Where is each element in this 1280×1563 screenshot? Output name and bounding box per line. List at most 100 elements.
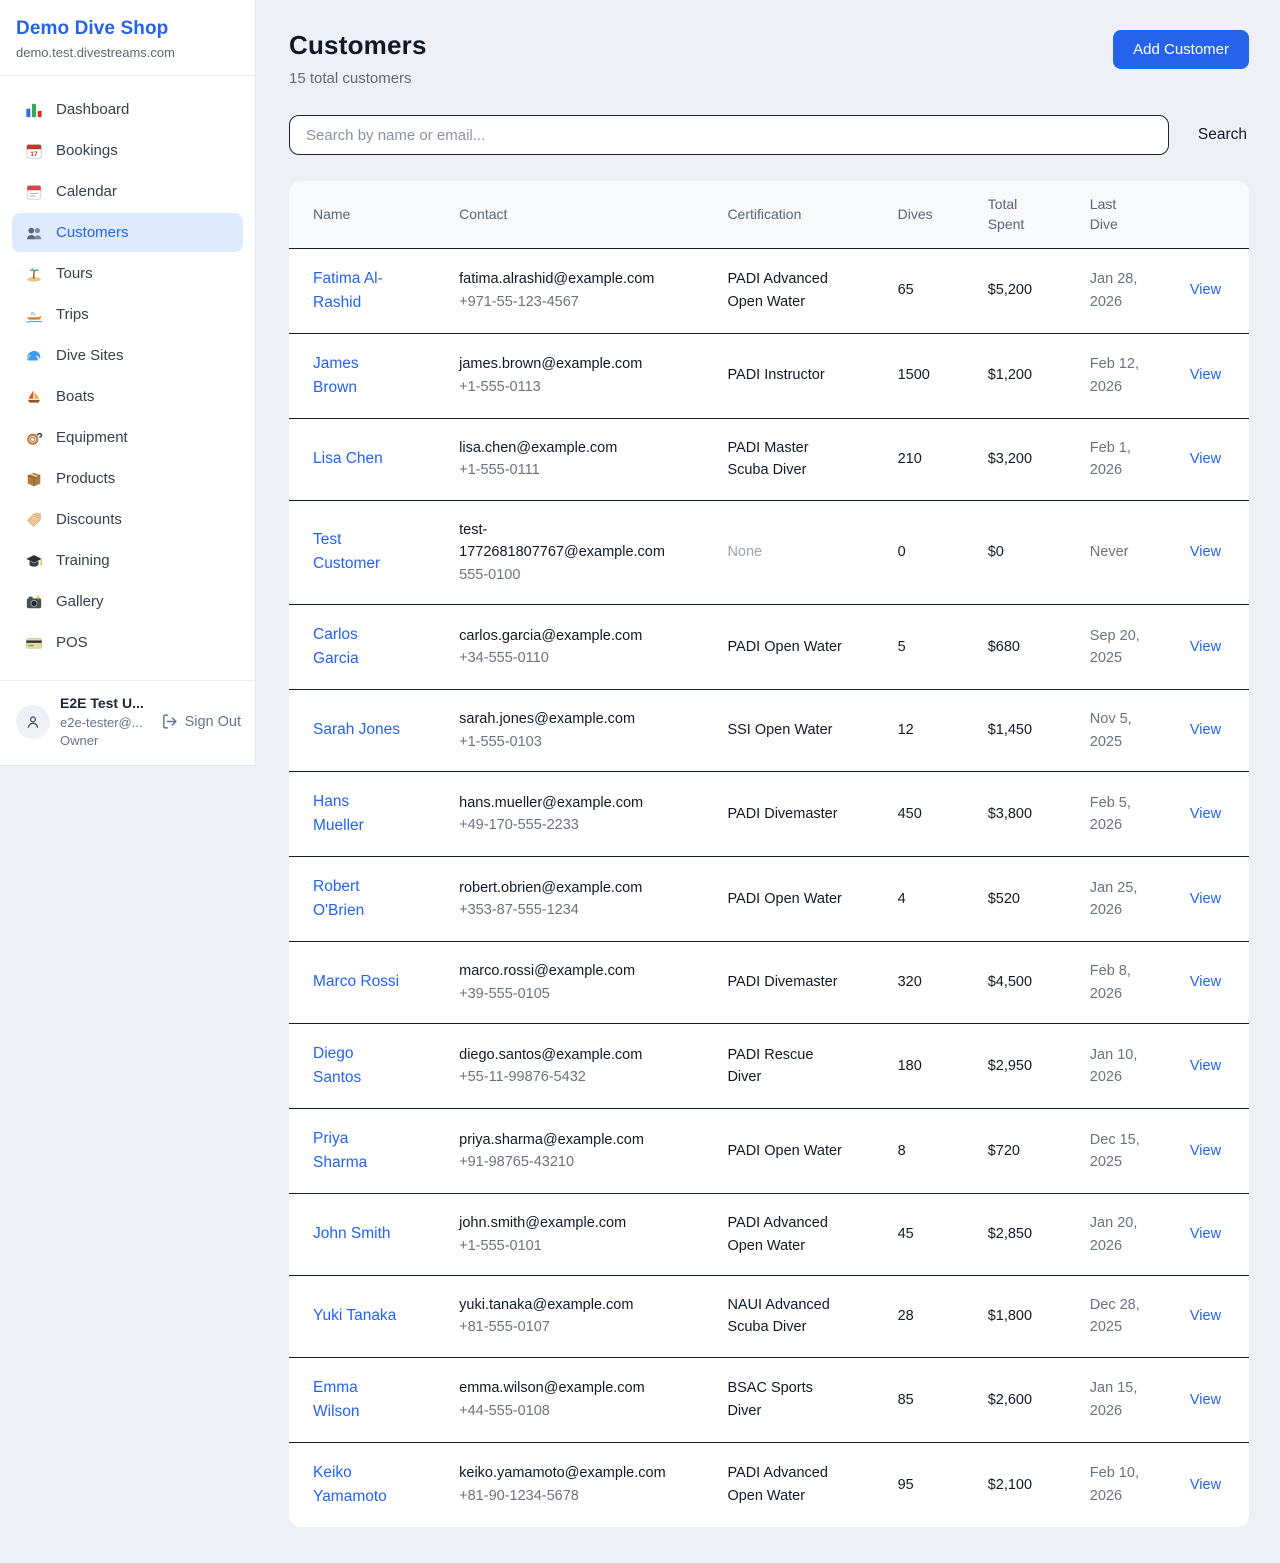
sign-out-button[interactable]: Sign Out xyxy=(161,713,241,730)
customer-last-dive: Jan 28, 2026 xyxy=(1078,248,1178,333)
table-row: Robert O'Brienrobert.obrien@example.com+… xyxy=(289,857,1249,942)
view-customer-link[interactable]: View xyxy=(1190,282,1221,298)
customer-last-dive: Feb 1, 2026 xyxy=(1078,418,1178,500)
table-row: Diego Santosdiego.santos@example.com+55-… xyxy=(289,1023,1249,1108)
customer-certification: PADI Open Water xyxy=(715,857,885,942)
sidebar-item-label: Customers xyxy=(56,224,129,241)
table-body: Fatima Al-Rashidfatima.alrashid@example.… xyxy=(289,248,1249,1527)
customer-name-link[interactable]: Fatima Al-Rashid xyxy=(313,270,383,311)
customer-phone: +1-555-0101 xyxy=(459,1235,675,1257)
customer-total-spent: $2,600 xyxy=(976,1357,1078,1442)
table-row: Carlos Garciacarlos.garcia@example.com+3… xyxy=(289,605,1249,690)
search-input[interactable] xyxy=(289,115,1169,155)
sidebar-item-gallery[interactable]: Gallery xyxy=(12,582,243,621)
sidebar-item-label: POS xyxy=(56,634,88,651)
sidebar-item-training[interactable]: Training xyxy=(12,541,243,580)
customer-last-dive: Feb 8, 2026 xyxy=(1078,942,1178,1024)
column-header-name: Name xyxy=(289,181,429,248)
view-customer-link[interactable]: View xyxy=(1190,544,1221,560)
customer-name-link[interactable]: Yuki Tanaka xyxy=(313,1307,396,1324)
graduation-cap-icon xyxy=(24,551,43,570)
customer-dives: 0 xyxy=(886,500,976,604)
view-customer-link[interactable]: View xyxy=(1190,974,1221,990)
customer-last-dive: Jan 10, 2026 xyxy=(1078,1023,1178,1108)
view-customer-link[interactable]: View xyxy=(1190,367,1221,383)
customer-email: lisa.chen@example.com xyxy=(459,437,675,459)
customer-certification: PADI Open Water xyxy=(715,1109,885,1194)
tag-icon xyxy=(24,510,43,529)
customers-table: NameContactCertificationDivesTotal Spent… xyxy=(289,181,1249,1527)
customer-certification: SSI Open Water xyxy=(715,690,885,772)
customer-name-link[interactable]: James Brown xyxy=(313,355,359,396)
customer-name-link[interactable]: Lisa Chen xyxy=(313,450,383,467)
customer-name-link[interactable]: Priya Sharma xyxy=(313,1130,367,1171)
sidebar-item-boats[interactable]: Boats xyxy=(12,377,243,416)
customer-phone: +55-11-99876-5432 xyxy=(459,1066,675,1088)
sidebar-item-trips[interactable]: Trips xyxy=(12,295,243,334)
view-customer-link[interactable]: View xyxy=(1190,1058,1221,1074)
search-button[interactable]: Search xyxy=(1196,120,1249,150)
page-title-block: Customers 15 total customers xyxy=(289,30,427,87)
view-customer-link[interactable]: View xyxy=(1190,722,1221,738)
customer-total-spent: $2,850 xyxy=(976,1194,1078,1276)
customer-phone: +971-55-123-4567 xyxy=(459,291,675,313)
customer-name-link[interactable]: Emma Wilson xyxy=(313,1379,360,1420)
customer-name-link[interactable]: Test Customer xyxy=(313,531,380,572)
customer-dives: 8 xyxy=(886,1109,976,1194)
sidebar-item-pos[interactable]: POS xyxy=(12,623,243,662)
customer-name-link[interactable]: Keiko Yamamoto xyxy=(313,1464,387,1505)
customer-certification: PADI Instructor xyxy=(715,333,885,418)
table-row: Yuki Tanakayuki.tanaka@example.com+81-55… xyxy=(289,1275,1249,1357)
customer-certification: PADI Open Water xyxy=(715,605,885,690)
customer-last-dive: Sep 20, 2025 xyxy=(1078,605,1178,690)
view-customer-link[interactable]: View xyxy=(1190,451,1221,467)
customer-name-link[interactable]: Diego Santos xyxy=(313,1045,361,1086)
view-customer-link[interactable]: View xyxy=(1190,639,1221,655)
sidebar-item-customers[interactable]: Customers xyxy=(12,213,243,252)
view-customer-link[interactable]: View xyxy=(1190,891,1221,907)
customer-name-link[interactable]: Hans Mueller xyxy=(313,793,364,834)
customer-email: marco.rossi@example.com xyxy=(459,960,675,982)
customer-certification: PADI Divemaster xyxy=(715,942,885,1024)
customer-last-dive: Jan 15, 2026 xyxy=(1078,1357,1178,1442)
sidebar-item-dive-sites[interactable]: Dive Sites xyxy=(12,336,243,375)
customer-dives: 85 xyxy=(886,1357,976,1442)
sidebar-item-discounts[interactable]: Discounts xyxy=(12,500,243,539)
view-customer-link[interactable]: View xyxy=(1190,1226,1221,1242)
customer-last-dive: Nov 5, 2025 xyxy=(1078,690,1178,772)
sidebar-item-label: Gallery xyxy=(56,593,104,610)
view-customer-link[interactable]: View xyxy=(1190,1392,1221,1408)
view-customer-link[interactable]: View xyxy=(1190,1308,1221,1324)
customers-table-card: NameContactCertificationDivesTotal Spent… xyxy=(289,181,1249,1527)
customer-dives: 65 xyxy=(886,248,976,333)
customer-email: emma.wilson@example.com xyxy=(459,1377,675,1399)
sidebar-item-products[interactable]: Products xyxy=(12,459,243,498)
customer-name-link[interactable]: John Smith xyxy=(313,1225,391,1242)
sidebar-item-equipment[interactable]: Equipment xyxy=(12,418,243,457)
customer-dives: 450 xyxy=(886,771,976,856)
view-customer-link[interactable]: View xyxy=(1190,1143,1221,1159)
sign-out-icon xyxy=(161,713,178,730)
customer-total-spent: $3,800 xyxy=(976,771,1078,856)
view-customer-link[interactable]: View xyxy=(1190,806,1221,822)
customer-total-spent: $680 xyxy=(976,605,1078,690)
customer-name-link[interactable]: Marco Rossi xyxy=(313,973,399,990)
calendar-pad-icon xyxy=(24,182,43,201)
speedboat-icon xyxy=(24,305,43,324)
sidebar-item-dashboard[interactable]: Dashboard xyxy=(12,90,243,129)
sidebar-item-label: Equipment xyxy=(56,429,128,446)
table-row: Fatima Al-Rashidfatima.alrashid@example.… xyxy=(289,248,1249,333)
customer-name-link[interactable]: Robert O'Brien xyxy=(313,878,364,919)
customer-name-link[interactable]: Sarah Jones xyxy=(313,721,400,738)
sidebar-item-tours[interactable]: Tours xyxy=(12,254,243,293)
table-row: Test Customertest-1772681807767@example.… xyxy=(289,500,1249,604)
sidebar-item-calendar[interactable]: Calendar xyxy=(12,172,243,211)
sidebar-item-bookings[interactable]: 17Bookings xyxy=(12,131,243,170)
customer-last-dive: Dec 28, 2025 xyxy=(1078,1275,1178,1357)
add-customer-button[interactable]: Add Customer xyxy=(1113,30,1249,69)
customer-last-dive: Never xyxy=(1078,500,1178,604)
customer-certification: NAUI Advanced Scuba Diver xyxy=(715,1275,885,1357)
customer-dives: 28 xyxy=(886,1275,976,1357)
sidebar-item-label: Bookings xyxy=(56,142,118,159)
customer-name-link[interactable]: Carlos Garcia xyxy=(313,626,359,667)
